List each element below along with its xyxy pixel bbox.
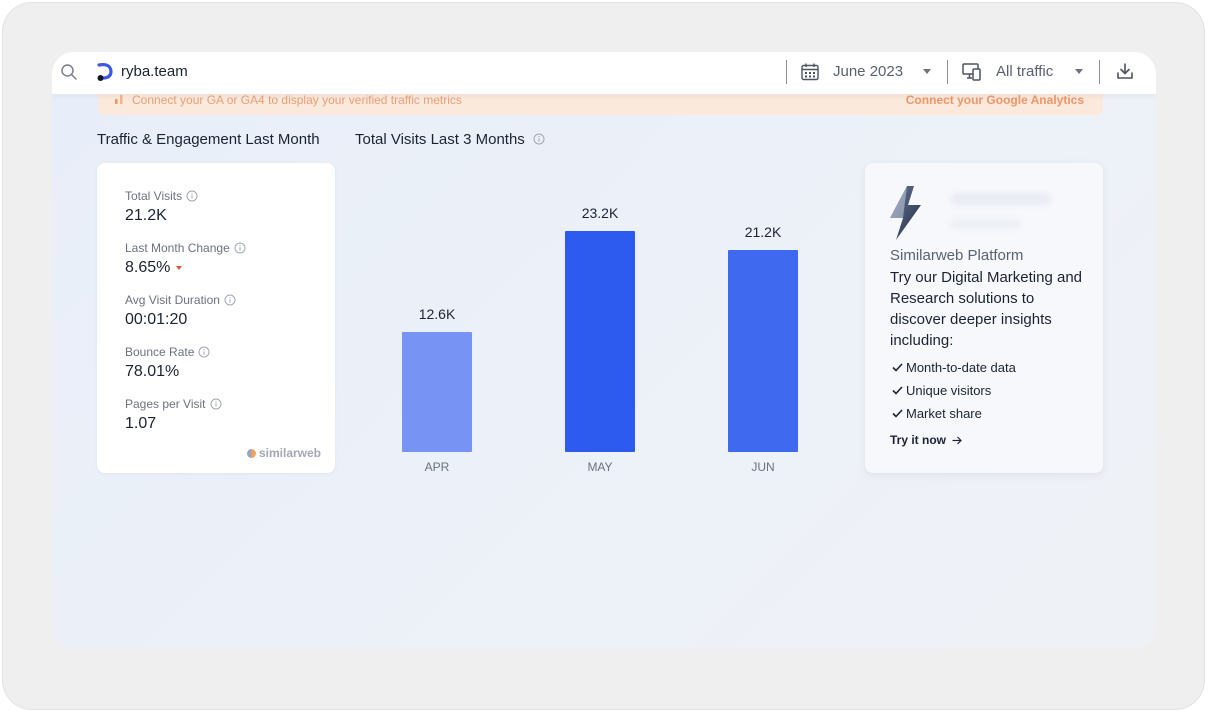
list-item: Market share — [892, 402, 1016, 425]
total-visits-bar-chart: 12.6K APR 23.2K MAY 21.2K JUN — [352, 163, 852, 493]
similarweb-logo-icon — [246, 448, 256, 458]
info-icon[interactable] — [210, 398, 222, 410]
bar-category-label: MAY — [587, 460, 613, 474]
metric-avg-visit-duration: Avg Visit Duration 00:01:20 — [125, 293, 236, 329]
list-item: Unique visitors — [892, 379, 1016, 402]
connect-ga-link[interactable]: Connect your Google Analytics — [906, 93, 1084, 107]
info-icon[interactable] — [198, 346, 210, 358]
metric-value: 8.65% — [125, 259, 171, 276]
similarweb-logo: similarweb — [246, 446, 321, 460]
info-icon[interactable] — [533, 133, 545, 145]
metric-label: Pages per Visit — [125, 397, 206, 411]
arrow-right-icon — [952, 436, 962, 444]
search-icon[interactable] — [60, 63, 78, 81]
check-icon — [892, 386, 903, 395]
website-analysis-panel: ryba.team June 2023 All traffic Connect … — [52, 52, 1156, 648]
chevron-down-icon[interactable] — [923, 69, 931, 74]
chevron-down-icon[interactable] — [1075, 69, 1083, 74]
divider — [947, 60, 948, 84]
metric-value: 21.2K — [125, 207, 167, 224]
metric-label: Bounce Rate — [125, 345, 195, 359]
bar-value-label: 12.6K — [418, 306, 456, 322]
bar-category-label: JUN — [751, 460, 775, 474]
promo-title: Similarweb Platform — [890, 247, 1024, 264]
site-favicon-icon — [97, 63, 113, 81]
metric-value: 00:01:20 — [125, 311, 188, 328]
metric-pages-per-visit: Pages per Visit 1.07 — [125, 397, 222, 433]
info-icon[interactable] — [234, 242, 246, 254]
metric-label: Total Visits — [125, 189, 183, 203]
metric-value: 78.01% — [125, 363, 180, 380]
metric-bounce-rate: Bounce Rate 78.01% — [125, 345, 210, 381]
metric-total-visits: Total Visits 21.2K — [125, 189, 198, 225]
bar-apr[interactable] — [402, 332, 472, 452]
promo-feature-list: Month-to-date data Unique visitors Marke… — [892, 356, 1016, 425]
engagement-section-title: Traffic & Engagement Last Month — [97, 131, 320, 148]
metric-label: Avg Visit Duration — [125, 293, 220, 307]
engagement-metrics-card: Total Visits 21.2K Last Month Change 8.6… — [97, 163, 335, 473]
blurred-content — [951, 193, 1051, 205]
blurred-content — [951, 219, 1021, 229]
devices-icon[interactable] — [961, 61, 983, 83]
download-icon[interactable] — [1115, 61, 1135, 81]
list-item: Month-to-date data — [892, 356, 1016, 379]
site-domain: ryba.team — [121, 63, 188, 80]
divider — [786, 60, 787, 84]
date-selector[interactable]: June 2023 — [833, 63, 903, 80]
bar-value-label: 21.2K — [744, 224, 782, 240]
lightning-bolt-icon — [890, 186, 921, 240]
metric-value: 1.07 — [125, 415, 157, 432]
divider — [1099, 60, 1100, 84]
visits-section-title: Total Visits Last 3 Months — [355, 131, 545, 148]
decrease-arrow-icon — [176, 266, 183, 270]
similarweb-promo-card: Similarweb Platform Try our Digital Mark… — [865, 163, 1103, 473]
check-icon — [892, 363, 903, 372]
traffic-selector[interactable]: All traffic — [996, 63, 1053, 80]
bar-category-label: APR — [424, 460, 450, 474]
top-bar: ryba.team June 2023 All traffic — [52, 52, 1156, 94]
check-icon — [892, 409, 903, 418]
info-icon[interactable] — [186, 190, 198, 202]
bar-value-label: 23.2K — [581, 205, 619, 221]
try-it-now-link[interactable]: Try it now — [890, 433, 962, 447]
calendar-icon[interactable] — [800, 62, 820, 82]
analytics-icon — [115, 95, 123, 104]
metric-last-month-change: Last Month Change 8.65% — [125, 241, 246, 277]
bar-jun[interactable] — [728, 250, 798, 452]
ga-banner-text: Connect your GA or GA4 to display your v… — [132, 93, 462, 107]
metric-label: Last Month Change — [125, 241, 230, 255]
info-icon[interactable] — [224, 294, 236, 306]
bar-may[interactable] — [565, 231, 635, 452]
promo-body: Try our Digital Marketing and Research s… — [890, 269, 1083, 349]
